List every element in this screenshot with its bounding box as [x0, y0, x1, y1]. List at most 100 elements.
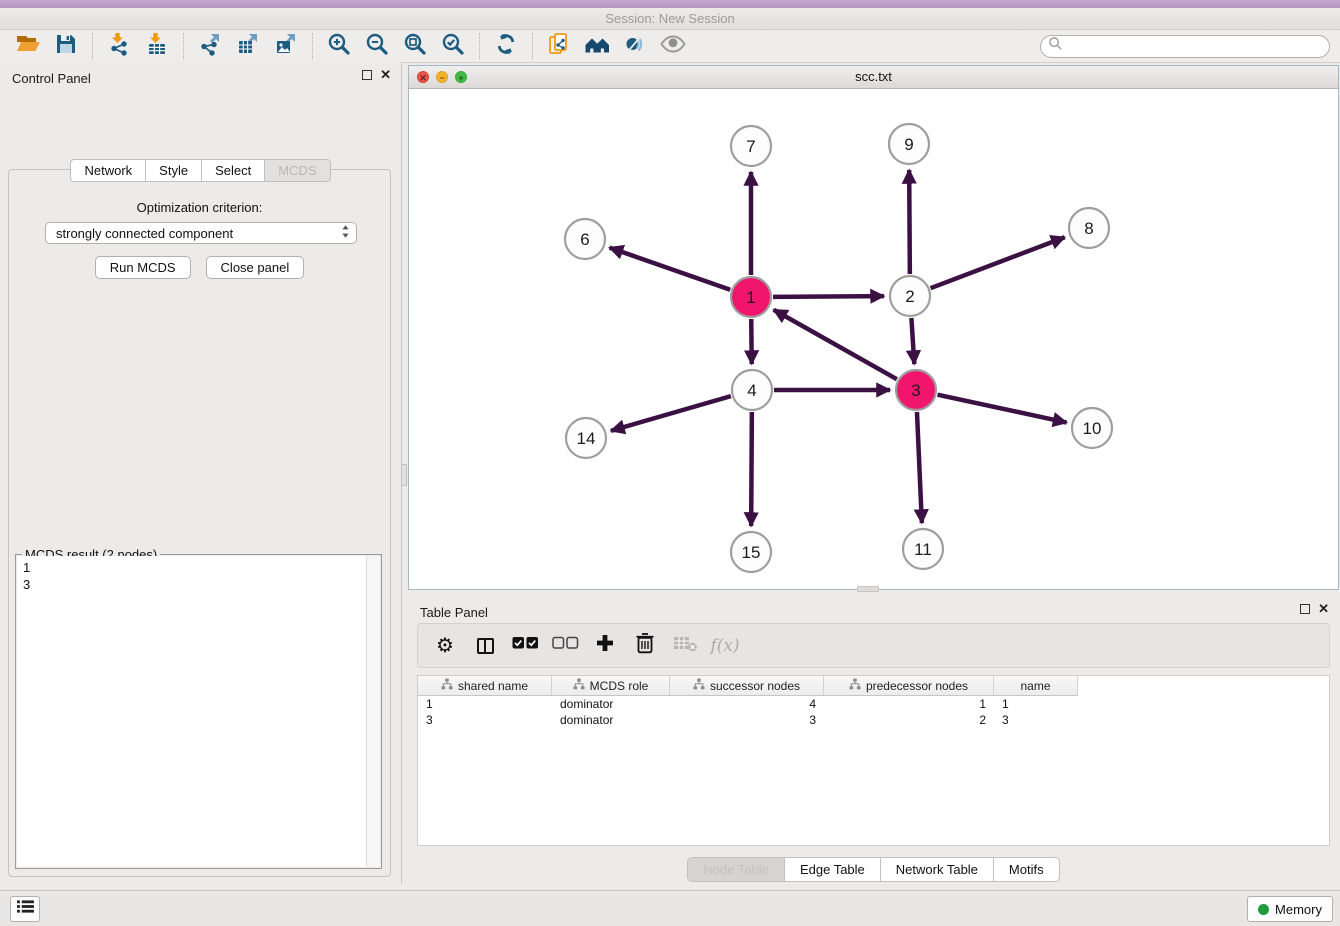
search-field[interactable] — [1040, 35, 1330, 58]
column-header-MCDS-role[interactable]: MCDS role — [552, 676, 670, 696]
cell-shared-name[interactable]: 3 — [418, 712, 552, 728]
table-row[interactable]: 3dominator323 — [418, 712, 1329, 728]
cell-shared-name[interactable]: 1 — [418, 696, 552, 712]
edge-4-14[interactable] — [611, 396, 731, 431]
zoom-in-button[interactable] — [321, 32, 357, 60]
tab-network-table[interactable]: Network Table — [880, 857, 993, 882]
run-mcds-button[interactable]: Run MCDS — [95, 256, 191, 279]
hide-panel-button[interactable] — [655, 32, 691, 60]
edge-3-11[interactable] — [917, 412, 922, 523]
graph-node-9[interactable]: 9 — [889, 124, 929, 164]
horizontal-splitter-handle[interactable] — [857, 586, 879, 592]
search-input[interactable] — [1063, 39, 1322, 53]
zoom-fit-button[interactable] — [397, 32, 433, 60]
edge-1-6[interactable] — [610, 248, 731, 290]
graph-node-15[interactable]: 15 — [731, 532, 771, 572]
zoom-out-button[interactable] — [359, 32, 395, 60]
cell-name[interactable]: 3 — [994, 712, 1078, 728]
export-image-button[interactable] — [268, 32, 304, 60]
maximize-view-icon[interactable]: + — [455, 71, 467, 83]
vertical-splitter-handle[interactable] — [401, 464, 407, 486]
float-panel-icon[interactable] — [1300, 604, 1310, 614]
home-layout-button[interactable] — [579, 32, 615, 60]
delete-selected-button[interactable] — [630, 631, 660, 661]
criterion-dropdown-value: strongly connected component — [56, 226, 233, 241]
cell-predecessor-nodes[interactable]: 2 — [824, 712, 994, 728]
tab-edge-table[interactable]: Edge Table — [784, 857, 880, 882]
graph-node-8[interactable]: 8 — [1069, 208, 1109, 248]
network-view-titlebar: ✕ − + scc.txt — [409, 66, 1338, 89]
cell-MCDS-role[interactable]: dominator — [552, 696, 670, 712]
zoom-fit-icon — [403, 32, 427, 61]
graph-node-2[interactable]: 2 — [890, 276, 930, 316]
graph-node-1[interactable]: 1 — [731, 277, 771, 317]
graph-node-6[interactable]: 6 — [565, 219, 605, 259]
minimize-view-icon[interactable]: − — [436, 71, 448, 83]
add-column-button[interactable] — [590, 631, 620, 661]
column-header-predecessor-nodes[interactable]: predecessor nodes — [824, 676, 994, 696]
tab-node-table[interactable]: Node Table — [687, 857, 784, 882]
tab-style[interactable]: Style — [145, 159, 201, 182]
tab-motifs[interactable]: Motifs — [993, 857, 1060, 882]
vizmapper-button[interactable] — [617, 32, 653, 60]
graph-node-3[interactable]: 3 — [896, 370, 936, 410]
graph-node-14[interactable]: 14 — [566, 418, 606, 458]
close-panel-icon[interactable]: ✕ — [1318, 603, 1329, 615]
open-file-button[interactable] — [10, 32, 46, 60]
function-builder-button[interactable]: f(x) — [710, 631, 740, 661]
column-header-shared-name[interactable]: shared name — [418, 676, 552, 696]
import-network-icon — [107, 32, 131, 61]
table-settings-button[interactable]: ⚙ — [430, 631, 460, 661]
table-row[interactable]: 1dominator411 — [418, 696, 1329, 712]
open-folder-icon — [15, 32, 41, 61]
export-network-button[interactable] — [192, 32, 228, 60]
clone-network-button[interactable] — [541, 32, 577, 60]
refresh-layout-button[interactable] — [488, 32, 524, 60]
edge-2-3[interactable] — [911, 318, 914, 364]
graph-node-11[interactable]: 11 — [903, 529, 943, 569]
delete-column-button[interactable] — [670, 631, 700, 661]
tab-network[interactable]: Network — [70, 159, 145, 182]
export-table-button[interactable] — [230, 32, 266, 60]
tab-select[interactable]: Select — [201, 159, 264, 182]
edge-2-8[interactable] — [931, 237, 1065, 288]
column-header-successor-nodes[interactable]: successor nodes — [670, 676, 824, 696]
edge-1-2[interactable] — [773, 296, 884, 297]
edge-3-10[interactable] — [938, 395, 1067, 423]
column-header-label: MCDS role — [590, 679, 649, 693]
import-table-button[interactable] — [139, 32, 175, 60]
cell-successor-nodes[interactable]: 4 — [670, 696, 824, 712]
cell-MCDS-role[interactable]: dominator — [552, 712, 670, 728]
memory-button[interactable]: Memory — [1247, 896, 1333, 922]
edge-4-15[interactable] — [751, 412, 752, 526]
edge-3-1[interactable] — [774, 310, 897, 379]
cell-name[interactable]: 1 — [994, 696, 1078, 712]
toolbar-separator — [92, 33, 93, 59]
cell-successor-nodes[interactable]: 3 — [670, 712, 824, 728]
edge-2-9[interactable] — [909, 170, 910, 274]
close-panel-button[interactable]: Close panel — [206, 256, 305, 279]
tab-mcds[interactable]: MCDS — [264, 159, 330, 182]
float-panel-icon[interactable] — [362, 70, 372, 80]
zoom-selected-button[interactable] — [435, 32, 471, 60]
close-view-icon[interactable]: ✕ — [417, 71, 429, 83]
column-header-name[interactable]: name — [994, 676, 1078, 696]
task-history-button[interactable] — [10, 896, 40, 922]
import-table-icon — [145, 32, 169, 61]
dropdown-arrows-icon — [341, 224, 350, 242]
graph-node-4[interactable]: 4 — [732, 370, 772, 410]
mcds-result-scrollbar[interactable] — [366, 556, 380, 867]
save-session-button[interactable] — [48, 32, 84, 60]
close-panel-icon[interactable]: ✕ — [380, 69, 391, 81]
eye-icon — [660, 34, 686, 59]
graph-node-10[interactable]: 10 — [1072, 408, 1112, 448]
graph-node-7[interactable]: 7 — [731, 126, 771, 166]
criterion-dropdown[interactable]: strongly connected component — [45, 222, 357, 244]
split-panel-button[interactable] — [470, 631, 500, 661]
import-network-button[interactable] — [101, 32, 137, 60]
select-all-columns-button[interactable] — [510, 631, 540, 661]
network-graph-canvas[interactable]: 7 9 6 8 1 2 4 3 14 10 15 11 — [409, 89, 1338, 589]
window-top-strip — [0, 0, 1340, 8]
cell-predecessor-nodes[interactable]: 1 — [824, 696, 994, 712]
unselect-all-columns-button[interactable] — [550, 631, 580, 661]
